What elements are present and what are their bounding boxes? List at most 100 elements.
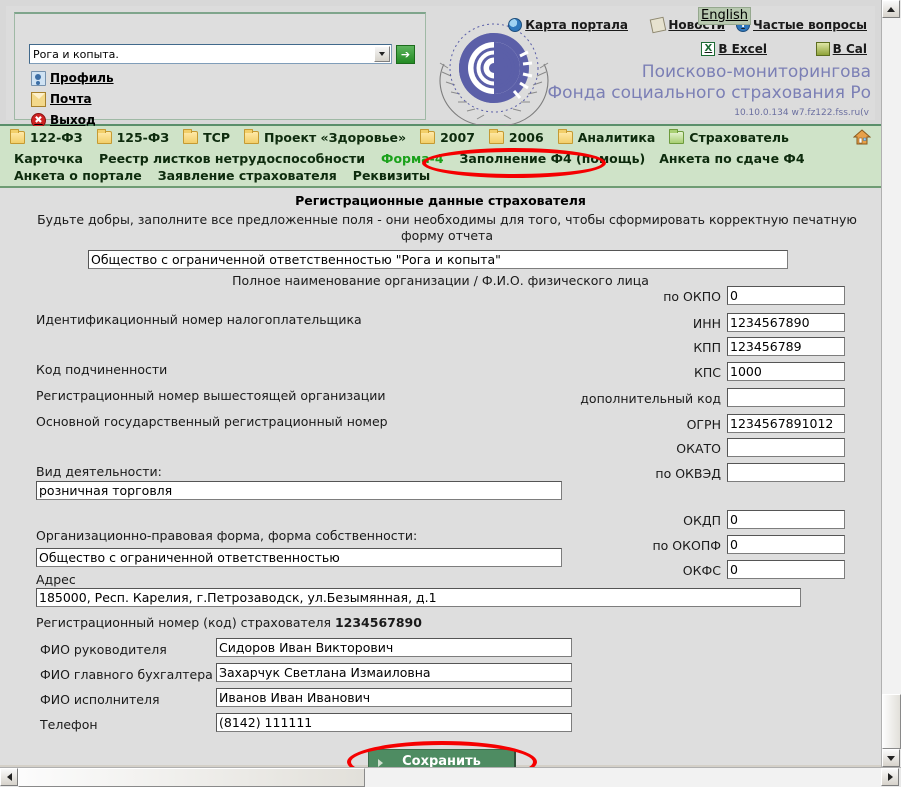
- label-okato: ОКАТО: [676, 441, 721, 456]
- field-activity[interactable]: розничная торговля: [36, 481, 562, 500]
- field-inn[interactable]: 1234567890: [727, 313, 845, 332]
- label-additional-code: дополнительный код: [580, 391, 721, 406]
- folder-icon: [244, 129, 259, 144]
- label-kps: Код подчиненности: [36, 362, 168, 377]
- link-faq-label: Частые вопросы: [753, 18, 867, 32]
- scroll-left-button[interactable]: [0, 768, 18, 786]
- nav-folder-label: 2006: [508, 130, 544, 145]
- field-additional-code[interactable]: [727, 388, 845, 407]
- label-okfs: ОКФС: [682, 563, 721, 578]
- field-executor[interactable]: Иванов Иван Иванович: [216, 688, 572, 707]
- field-legal-form[interactable]: Общество с ограниченной ответственностью: [36, 548, 562, 567]
- site-title-line2: Фонда социального страхования Ро: [547, 83, 871, 103]
- field-okved[interactable]: [727, 463, 845, 482]
- nav-folder-tsr[interactable]: ТСР: [183, 129, 230, 145]
- browser-window: Рога и копыта. ➔ Профиль Почта ✖ Выход К…: [0, 0, 901, 787]
- home-icon[interactable]: [852, 129, 872, 145]
- org-select-row: Рога и копыта. ➔: [29, 44, 415, 64]
- news-icon: [650, 16, 667, 34]
- page-viewport: Рога и копыта. ➔ Профиль Почта ✖ Выход К…: [0, 0, 881, 767]
- field-phone[interactable]: (8142) 111111: [216, 713, 572, 732]
- header-inner: Рога и копыта. ➔ Профиль Почта ✖ Выход К…: [6, 6, 875, 128]
- label-inn-field: ИНН: [692, 316, 721, 331]
- field-kpp[interactable]: 123456789: [727, 337, 845, 356]
- reg-number-value: 1234567890: [334, 615, 422, 630]
- folder-icon: [420, 129, 436, 144]
- label-okpo: по ОКПО: [663, 289, 721, 304]
- field-director[interactable]: Сидоров Иван Викторович: [216, 638, 572, 657]
- mail-icon: [31, 91, 46, 107]
- chevron-down-icon[interactable]: [374, 46, 390, 62]
- field-chief-accountant[interactable]: Захарчук Светлана Измаиловна: [216, 663, 572, 682]
- user-panel: Рога и копыта. ➔ Профиль Почта ✖ Выход: [14, 12, 426, 128]
- go-button[interactable]: ➔: [396, 44, 415, 64]
- folder-icon: [557, 129, 573, 144]
- nav-link-sick-leave-registry[interactable]: Реестр листков нетрудоспособности: [99, 151, 365, 166]
- label-ogrn-field: ОГРН: [686, 417, 721, 432]
- vertical-scroll-track[interactable]: [882, 18, 901, 694]
- save-button[interactable]: Сохранить: [368, 749, 516, 767]
- form-description: Будьте добры, заполните все предложенные…: [37, 212, 857, 243]
- folder-icon: [96, 129, 112, 144]
- label-phone: Телефон: [40, 717, 98, 732]
- nav-link-form4-survey[interactable]: Анкета по сдаче Ф4: [659, 151, 804, 166]
- nav-folder-label: Проект «Здоровье»: [264, 130, 407, 145]
- field-address[interactable]: 185000, Респ. Карелия, г.Петрозаводск, у…: [36, 588, 801, 607]
- folder-icon: [488, 129, 504, 144]
- label-address: Адрес: [36, 572, 76, 587]
- field-okpo[interactable]: 0: [727, 286, 845, 305]
- horizontal-scroll-thumb[interactable]: [18, 768, 365, 787]
- link-faq[interactable]: i Частые вопросы: [736, 18, 867, 32]
- link-portal-map[interactable]: Карта портала: [508, 18, 628, 32]
- field-okopf[interactable]: 0: [727, 535, 845, 554]
- nav-link-form4-help[interactable]: Заполнение Ф4 (помощь): [460, 151, 646, 166]
- nav-link-insurer-statement[interactable]: Заявление страхователя: [158, 168, 337, 183]
- nav-folder-2007[interactable]: 2007: [420, 129, 475, 145]
- field-ogrn[interactable]: 1234567891012: [727, 414, 845, 433]
- english-language-tooltip[interactable]: English: [698, 7, 751, 25]
- folder-icon: [183, 129, 199, 144]
- horizontal-scrollbar[interactable]: [0, 767, 901, 787]
- excel-icon: X: [701, 42, 716, 56]
- folder-icon: [10, 129, 25, 144]
- vertical-scrollbar[interactable]: [881, 0, 901, 767]
- scroll-right-button[interactable]: [881, 768, 899, 786]
- site-title: Поисково-мониторингова Фонда социального…: [548, 62, 871, 104]
- label-ogrn: Основной государственный регистрационный…: [36, 414, 388, 429]
- nav-folder-2006[interactable]: 2006: [488, 129, 544, 145]
- nav-link-portal-survey[interactable]: Анкета о портале: [14, 168, 142, 183]
- nav-folder-row: 122-ФЗ 125-ФЗ ТСР Проект «Здоровье» 2007…: [10, 129, 803, 145]
- label-chief-accountant: ФИО главного бухгалтера: [40, 667, 213, 682]
- globe-icon: [508, 18, 523, 32]
- reg-number-label: Регистрационный номер (код) страхователя: [36, 615, 331, 630]
- link-export-excel[interactable]: X В Excel: [701, 42, 767, 56]
- label-inn: Идентификационный номер налогоплательщик…: [36, 312, 362, 327]
- scroll-up-button[interactable]: [882, 0, 900, 18]
- page-title: Регистрационные данные страхователя: [295, 193, 586, 208]
- org-name-input[interactable]: Общество с ограниченной ответственностью…: [88, 250, 788, 269]
- nav-folder-insurer[interactable]: Страхователь: [669, 129, 789, 145]
- play-arrow-icon: [378, 759, 383, 767]
- nav-folder-122fz[interactable]: 122-ФЗ: [10, 129, 83, 145]
- field-okato[interactable]: [727, 438, 845, 457]
- field-kps[interactable]: 1000: [727, 362, 845, 381]
- link-export-calc[interactable]: В Cal: [815, 42, 867, 56]
- quick-link-mail[interactable]: Почта: [31, 91, 92, 107]
- label-director: ФИО руководителя: [40, 642, 167, 657]
- label-kps-field: КПС: [693, 365, 721, 380]
- nav-folder-project-health[interactable]: Проект «Здоровье»: [244, 129, 407, 145]
- field-okdp[interactable]: 0: [727, 510, 845, 529]
- quick-link-profile[interactable]: Профиль: [31, 70, 114, 86]
- vertical-scroll-thumb[interactable]: [882, 694, 901, 749]
- nav-link-form4[interactable]: Форма-4: [381, 151, 443, 166]
- nav-folder-label: 2007: [440, 130, 475, 145]
- label-activity: Вид деятельности:: [36, 464, 162, 479]
- nav-link-requisites[interactable]: Реквизиты: [353, 168, 430, 183]
- org-select[interactable]: Рога и копыта.: [29, 44, 392, 64]
- field-okfs[interactable]: 0: [727, 560, 845, 579]
- scroll-down-button[interactable]: [882, 749, 900, 767]
- nav-folder-125fz[interactable]: 125-ФЗ: [96, 129, 169, 145]
- nav-link-card[interactable]: Карточка: [14, 151, 83, 166]
- label-okved: по ОКВЭД: [655, 466, 721, 481]
- nav-folder-analytics[interactable]: Аналитика: [557, 129, 655, 145]
